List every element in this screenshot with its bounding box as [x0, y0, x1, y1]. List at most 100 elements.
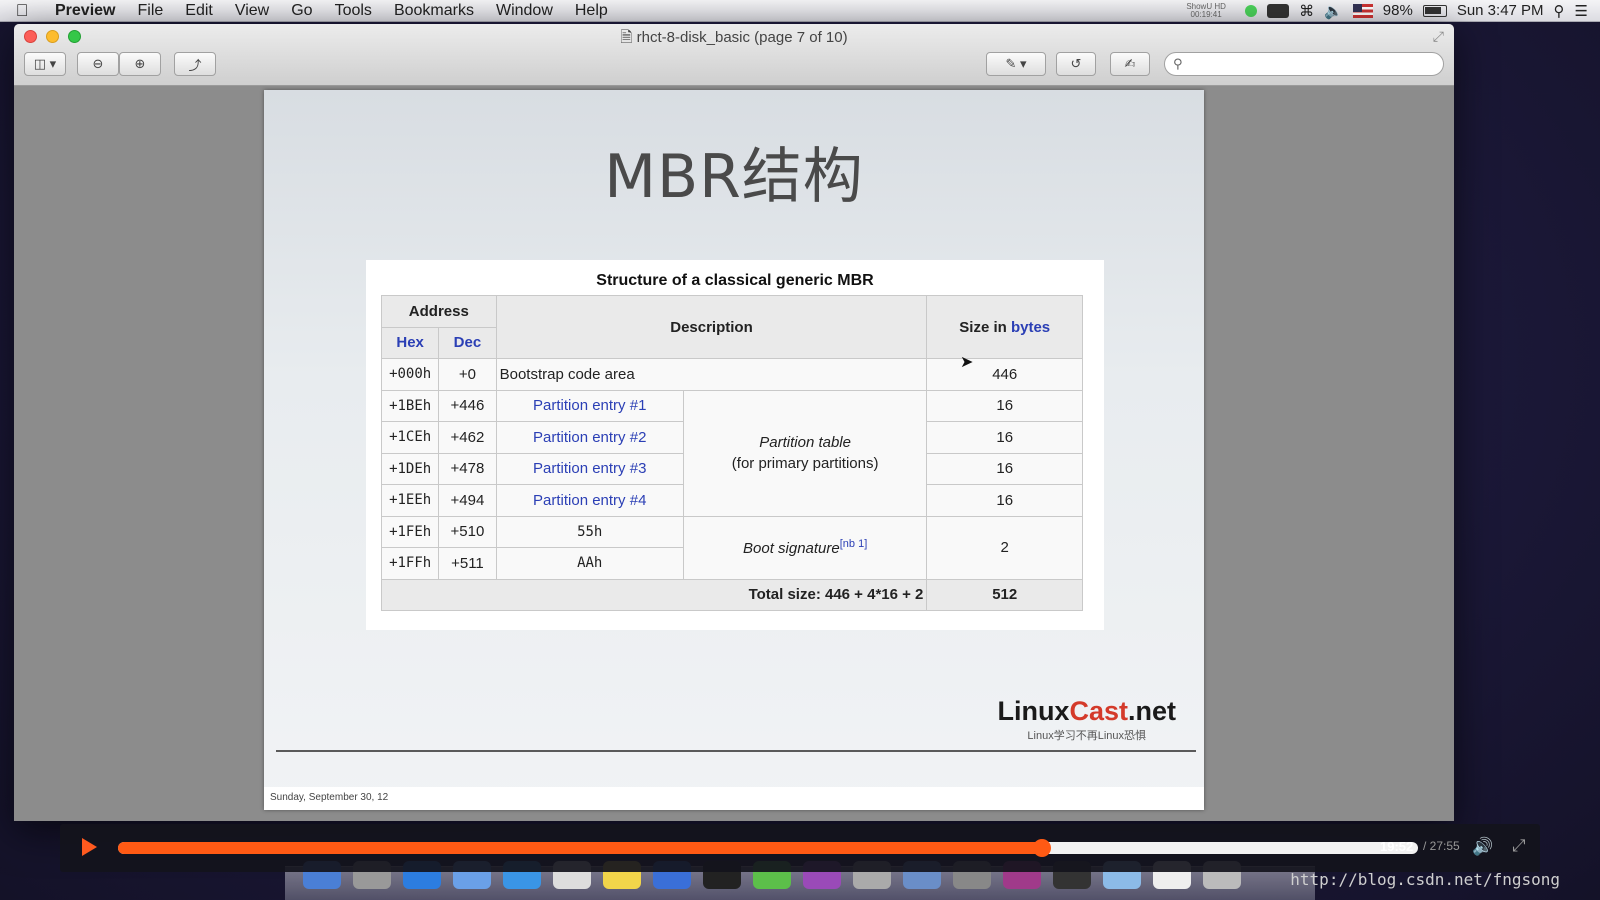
cell-size: 16: [926, 389, 1083, 422]
menu-help[interactable]: Help: [564, 2, 619, 20]
clock[interactable]: Sun 3:47 PM: [1457, 2, 1544, 19]
keyboard-icon[interactable]: [1267, 3, 1290, 18]
current-time: 19:52: [1380, 839, 1414, 854]
zoom-out-button[interactable]: ⊖: [77, 52, 119, 76]
total-label: Total size: 446 + 4*16 + 2: [380, 578, 928, 611]
header-dec-link[interactable]: Dec: [438, 326, 497, 359]
zoom-in-icon: ⊕: [134, 56, 146, 71]
brand-logo-accent: Cast: [1069, 696, 1128, 726]
zoom-in-button[interactable]: ⊕: [119, 52, 161, 76]
partition-table-note: (for primary partitions): [731, 455, 879, 472]
sidebar-toggle-button[interactable]: ◫ ▾: [24, 52, 66, 76]
rotate-button[interactable]: ↺: [1056, 52, 1096, 76]
status-area: ShowU HD 00:19:41 ⌘ 🔈 98% Sun 3:47 PM ⚲ …: [1177, 2, 1600, 20]
cell-hex: +1FEh: [380, 515, 440, 548]
menu-view[interactable]: View: [224, 2, 280, 20]
menu-preview[interactable]: Preview: [44, 2, 126, 20]
partition-entry-1-link[interactable]: Partition entry #1: [495, 389, 684, 422]
fullscreen-expand-icon[interactable]: ⤢: [1512, 836, 1526, 856]
mbr-table-card: Structure of a classical generic MBR Add…: [366, 260, 1104, 630]
total-value: 512: [926, 578, 1083, 611]
cell-size: 16: [926, 484, 1083, 517]
spotlight-icon[interactable]: ⚲: [1554, 2, 1565, 20]
cell-dec: +0: [438, 358, 497, 391]
cell-dec: +494: [438, 484, 497, 517]
menu-bookmarks[interactable]: Bookmarks: [383, 2, 485, 20]
boot-signature-note-link[interactable]: [nb 1]: [840, 538, 868, 550]
cell-dec: +510: [438, 515, 497, 548]
recorder-badge[interactable]: ShowU HD 00:19:41: [1177, 2, 1235, 19]
total-row: Total size: 446 + 4*16 + 2 512: [380, 578, 1083, 611]
zoom-out-icon: ⊖: [92, 56, 104, 71]
menu-bar:  Preview File Edit View Go Tools Bookma…: [0, 0, 1600, 22]
edit-icon: ✍: [1124, 56, 1136, 71]
boot-signature-label: Boot signature: [743, 540, 840, 557]
header-hex-link[interactable]: Hex: [380, 326, 440, 359]
fullscreen-icon[interactable]: ⤢: [1433, 28, 1444, 45]
progress-handle[interactable]: [1033, 839, 1052, 857]
cell-hex: +1BEh: [380, 389, 440, 422]
header-address: Address: [381, 295, 497, 328]
recorder-time: 00:19:41: [1190, 9, 1222, 19]
video-player-controls: 19:52 / 27:55 🔊 ⤢: [60, 824, 1540, 872]
input-source-flag-icon[interactable]: [1352, 3, 1373, 18]
status-dot-icon[interactable]: [1245, 4, 1258, 17]
header-size-text: Size in: [959, 318, 1011, 336]
progress-fill: [118, 842, 1043, 854]
linuxcast-logo: LinuxCast.net Linux学习不再Linux恐惧: [997, 696, 1176, 743]
cell-hex: +1EEh: [380, 484, 440, 517]
brand-subtitle: Linux学习不再Linux恐惧: [1027, 730, 1147, 742]
menu-go[interactable]: Go: [280, 2, 323, 20]
cell-dec: +446: [438, 389, 497, 422]
volume-icon[interactable]: 🔈: [1324, 2, 1343, 20]
menu-tools[interactable]: Tools: [324, 2, 383, 20]
menu-window[interactable]: Window: [485, 2, 564, 20]
document-icon: 🗎: [620, 29, 633, 46]
window-title: 🗎 rhct-8-disk_basic (page 7 of 10): [14, 27, 1454, 52]
table-row: +1BEh +446 Partition entry #1 Partition …: [380, 389, 1083, 517]
progress-bar[interactable]: [118, 839, 1418, 857]
battery-icon[interactable]: [1422, 4, 1447, 17]
wifi-icon[interactable]: ⌘: [1299, 2, 1314, 20]
cell-hex: +1CEh: [380, 421, 440, 454]
boot-signature-cell: Boot signature[nb 1]: [682, 515, 928, 580]
title-bar: 🗎 rhct-8-disk_basic (page 7 of 10) ⤢ ◫ ▾…: [14, 24, 1454, 86]
cell-size: 446: [926, 358, 1083, 391]
brand-logo-part: Linux: [997, 696, 1070, 726]
sidebar-icon: ◫ ▾: [33, 56, 57, 71]
partition-entry-3-link[interactable]: Partition entry #3: [495, 452, 684, 485]
edit-toolbar-button[interactable]: ✍: [1110, 52, 1150, 76]
notification-center-icon[interactable]: ☰: [1575, 2, 1588, 20]
menu-file[interactable]: File: [126, 2, 174, 20]
header-size: Size in bytes: [926, 295, 1083, 359]
rotate-icon: ↺: [1070, 56, 1082, 71]
document-page[interactable]: MBR结构 Structure of a classical generic M…: [264, 90, 1204, 810]
annotate-button[interactable]: ✎ ▾: [986, 52, 1046, 76]
apple-menu-icon[interactable]: : [0, 1, 44, 21]
cell-description: AAh: [495, 547, 684, 580]
search-input[interactable]: ⚲: [1164, 52, 1444, 76]
volume-icon[interactable]: 🔊: [1472, 837, 1493, 857]
page-divider: [276, 750, 1196, 752]
cell-hex: +000h: [380, 358, 440, 391]
battery-percent[interactable]: 98%: [1383, 2, 1413, 19]
table-caption: Structure of a classical generic MBR: [596, 272, 874, 289]
brand-logo-suffix: .net: [1127, 696, 1176, 726]
bytes-link[interactable]: bytes: [1011, 319, 1050, 336]
cell-size: 16: [926, 421, 1083, 454]
table-row: +1FEh +510 55h Boot signature[nb 1] 2: [380, 515, 1083, 580]
cell-description: 55h: [495, 515, 684, 548]
cell-size: 2: [926, 515, 1083, 580]
share-button[interactable]: ⤴: [174, 52, 216, 76]
slide-footer: Sunday, September 30, 12: [264, 787, 1204, 810]
pen-icon: ✎ ▾: [1005, 56, 1027, 71]
partition-table-cell: Partition table (for primary partitions): [682, 389, 928, 517]
menu-edit[interactable]: Edit: [174, 2, 224, 20]
partition-entry-4-link[interactable]: Partition entry #4: [495, 484, 684, 517]
mouse-pointer-icon: ➤: [960, 354, 974, 371]
watermark: http://blog.csdn.net/fngsong: [1290, 870, 1560, 889]
partition-entry-2-link[interactable]: Partition entry #2: [495, 421, 684, 454]
cell-description: Bootstrap code area: [495, 358, 928, 391]
play-button[interactable]: [82, 838, 97, 856]
cell-dec: +511: [438, 547, 497, 580]
